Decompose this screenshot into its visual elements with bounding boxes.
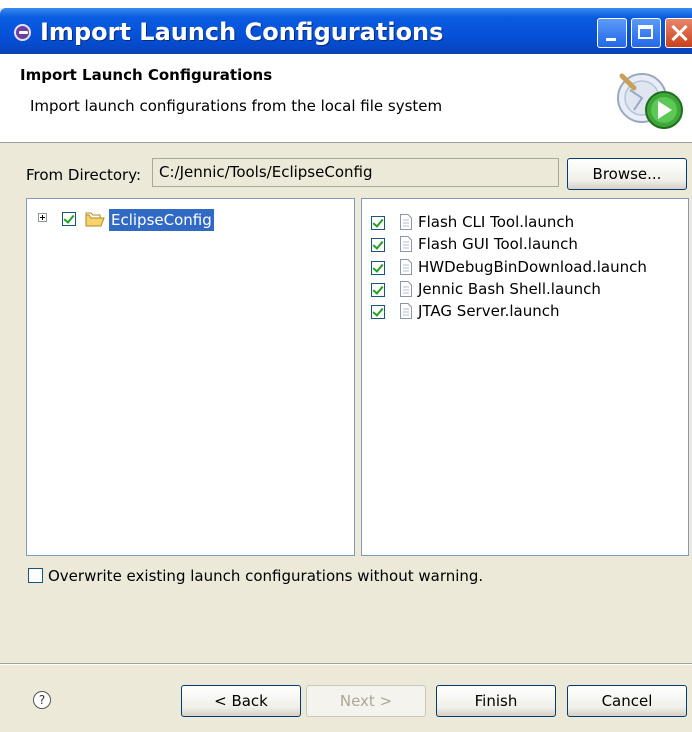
document-icon: [400, 281, 412, 297]
file-checkbox[interactable]: [371, 305, 385, 319]
file-name: Flash CLI Tool.launch: [418, 213, 575, 231]
file-name: Jennic Bash Shell.launch: [418, 280, 601, 298]
finish-button[interactable]: Finish: [436, 685, 556, 717]
file-item[interactable]: JTAG Server.launch: [362, 300, 688, 322]
folder-open-icon: [85, 212, 105, 227]
file-name: HWDebugBinDownload.launch: [418, 258, 647, 276]
file-name: Flash GUI Tool.launch: [418, 235, 578, 253]
browse-button[interactable]: Browse...: [567, 158, 687, 190]
folder-tree[interactable]: EclipseConfig: [26, 198, 355, 556]
expand-icon[interactable]: [38, 213, 47, 222]
folder-checkbox[interactable]: [62, 212, 76, 226]
file-checkbox[interactable]: [371, 261, 385, 275]
document-icon: [400, 236, 412, 252]
back-button[interactable]: < Back: [181, 685, 301, 717]
maximize-button[interactable]: [631, 18, 661, 48]
window-title: Import Launch Configurations: [40, 18, 444, 46]
next-button[interactable]: Next >: [306, 685, 426, 717]
file-checkbox[interactable]: [371, 238, 385, 252]
eclipse-icon: [14, 24, 31, 41]
file-checkbox[interactable]: [371, 216, 385, 230]
file-item[interactable]: Jennic Bash Shell.launch: [362, 278, 688, 300]
close-button[interactable]: [665, 18, 692, 48]
overwrite-label[interactable]: Overwrite existing launch configurations…: [48, 567, 483, 585]
from-directory-label: From Directory:: [26, 166, 142, 184]
document-icon: [400, 303, 412, 319]
document-icon: [400, 259, 412, 275]
file-list[interactable]: Flash CLI Tool.launch Flash GUI Tool.lau…: [361, 198, 689, 556]
header-description: Import launch configurations from the lo…: [30, 97, 443, 115]
directory-field[interactable]: C:/Jennic/Tools/EclipseConfig: [152, 158, 559, 187]
minimize-button[interactable]: [597, 18, 627, 48]
file-checkbox[interactable]: [371, 283, 385, 297]
file-item[interactable]: HWDebugBinDownload.launch: [362, 256, 688, 278]
cancel-button[interactable]: Cancel: [567, 685, 687, 717]
overwrite-checkbox[interactable]: [28, 568, 43, 583]
wizard-header: Import Launch Configurations Import laun…: [0, 54, 692, 143]
header-title: Import Launch Configurations: [20, 66, 273, 84]
button-bar-divider: [0, 663, 692, 665]
import-dialog: Import Launch Configurations Import Laun…: [0, 8, 692, 732]
file-name: JTAG Server.launch: [418, 302, 560, 320]
file-item[interactable]: Flash CLI Tool.launch: [362, 211, 688, 233]
help-icon[interactable]: ?: [33, 691, 51, 709]
title-bar[interactable]: Import Launch Configurations: [0, 8, 692, 54]
file-item[interactable]: Flash GUI Tool.launch: [362, 233, 688, 255]
document-icon: [400, 214, 412, 230]
launch-wizard-icon: [617, 73, 683, 129]
tree-item-eclipseconfig[interactable]: EclipseConfig: [109, 209, 214, 231]
